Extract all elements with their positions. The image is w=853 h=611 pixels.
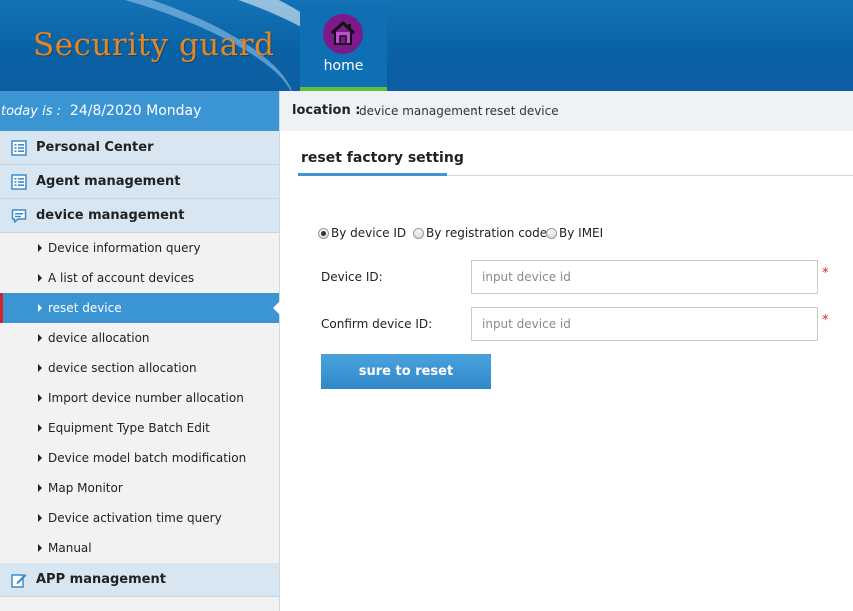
caret-right-icon — [38, 424, 42, 432]
sidebar-item-manual[interactable]: Manual — [0, 533, 279, 563]
radio-label: By registration code — [426, 226, 548, 240]
sidebar-section-label: device management — [36, 208, 185, 223]
sidebar-section-app-management[interactable]: APP management — [0, 563, 279, 597]
caret-right-icon — [38, 544, 42, 552]
breadcrumb-label: location : — [292, 103, 361, 118]
sidebar-item-label: Map Monitor — [48, 481, 123, 495]
sidebar-item-activation-time-query[interactable]: Device activation time query — [0, 503, 279, 533]
home-label: home — [323, 58, 364, 74]
device-id-input[interactable] — [471, 260, 818, 294]
sidebar-section-label: Personal Center — [36, 140, 154, 155]
sidebar-item-device-section-allocation[interactable]: device section allocation — [0, 353, 279, 383]
breadcrumb-item-device-management[interactable]: device management — [359, 91, 483, 131]
caret-right-icon — [38, 304, 42, 312]
caret-right-icon — [38, 274, 42, 282]
radio-by-device-id[interactable]: By device ID — [318, 226, 406, 240]
active-indicator — [0, 293, 3, 323]
sidebar-item-reset-device[interactable]: reset device — [0, 293, 280, 323]
radio-by-registration-code[interactable]: By registration code — [413, 226, 547, 240]
breadcrumb-item-reset-device: reset device — [485, 104, 559, 118]
sidebar-item-label: Equipment Type Batch Edit — [48, 421, 210, 435]
sidebar-item-label: reset device — [48, 301, 122, 315]
caret-right-icon — [38, 334, 42, 342]
sidebar-item-device-allocation[interactable]: device allocation — [0, 323, 279, 353]
chat-icon — [11, 209, 27, 223]
breadcrumb: location : device management › reset dev… — [280, 91, 853, 131]
sidebar-section-label: Agent management — [36, 174, 181, 189]
radio-label: By device ID — [331, 226, 407, 240]
confirm-device-id-input[interactable] — [471, 307, 818, 341]
sidebar-item-import-device-number[interactable]: Import device number allocation — [0, 383, 279, 413]
date-bar: today is : 24/8/2020 Monday — [0, 91, 279, 131]
sidebar-section-label: APP management — [36, 572, 166, 587]
sidebar-item-label: Manual — [48, 541, 92, 555]
device-id-label: Device ID: — [321, 270, 383, 284]
app-header: Security guard home — [0, 0, 853, 91]
breadcrumb-separator: › — [473, 104, 478, 118]
caret-right-icon — [38, 514, 42, 522]
caret-right-icon — [38, 244, 42, 252]
confirm-device-id-label: Confirm device ID: — [321, 317, 433, 331]
radio-unchecked-icon — [546, 228, 557, 239]
title-underline — [298, 173, 447, 176]
sidebar: today is : 24/8/2020 Monday Personal Cen… — [0, 91, 280, 611]
required-mark: * — [822, 313, 829, 328]
caret-right-icon — [38, 454, 42, 462]
sidebar-section-personal-center[interactable]: Personal Center — [0, 131, 279, 165]
app-logo: Security guard — [33, 27, 275, 63]
sidebar-item-equipment-type-batch-edit[interactable]: Equipment Type Batch Edit — [0, 413, 279, 443]
sidebar-item-label: Device activation time query — [48, 511, 222, 525]
radio-checked-icon — [318, 228, 329, 239]
sidebar-item-label: device section allocation — [48, 361, 197, 375]
caret-right-icon — [38, 484, 42, 492]
date-label: today is : — [1, 104, 61, 119]
sidebar-section-agent-management[interactable]: Agent management — [0, 165, 279, 199]
reset-button[interactable]: sure to reset — [321, 354, 491, 389]
home-icon — [323, 14, 363, 54]
sidebar-item-label: Import device number allocation — [48, 391, 244, 405]
sidebar-item-label: A list of account devices — [48, 271, 195, 285]
sidebar-item-device-information-query[interactable]: Device information query — [0, 233, 279, 263]
radio-unchecked-icon — [413, 228, 424, 239]
sidebar-item-label: Device information query — [48, 241, 201, 255]
edit-icon — [11, 574, 27, 588]
page-title: reset factory setting — [301, 150, 464, 166]
date-value: 24/8/2020 Monday — [69, 103, 202, 119]
caret-right-icon — [38, 394, 42, 402]
sidebar-item-map-monitor[interactable]: Map Monitor — [0, 473, 279, 503]
active-pointer — [273, 301, 280, 315]
caret-right-icon — [38, 364, 42, 372]
home-tab[interactable]: home — [300, 6, 387, 91]
list-icon — [11, 174, 27, 190]
sidebar-item-label: device allocation — [48, 331, 150, 345]
sidebar-item-label: Device model batch modification — [48, 451, 247, 465]
sidebar-section-device-management[interactable]: device management — [0, 199, 279, 233]
radio-label: By IMEI — [559, 226, 604, 240]
required-mark: * — [822, 266, 829, 281]
radio-by-imei[interactable]: By IMEI — [546, 226, 603, 240]
list-icon — [11, 140, 27, 156]
sidebar-item-account-devices[interactable]: A list of account devices — [0, 263, 279, 293]
sidebar-item-device-model-batch[interactable]: Device model batch modification — [0, 443, 279, 473]
